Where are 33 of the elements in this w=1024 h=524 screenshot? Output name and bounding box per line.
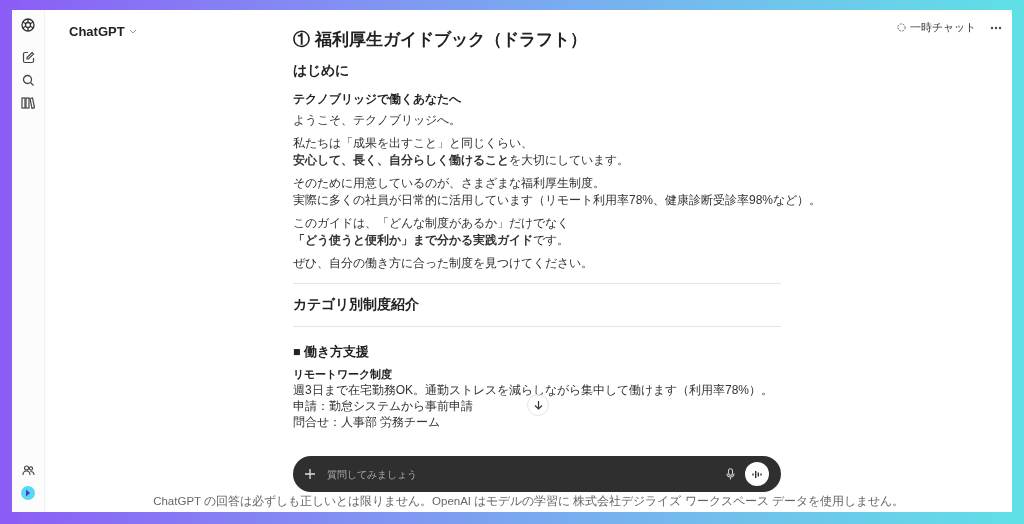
users-icon[interactable]: [21, 465, 35, 476]
category-heading: ■ 働き方支援: [293, 343, 371, 361]
arrow-down-icon: [533, 400, 543, 410]
item-title: リモートワーク制度: [293, 367, 392, 382]
paragraph: このガイドは、「どんな制度があるか」だけでなく 「どう使うと便利か」まで分かる実践ガイドです。: [293, 215, 569, 249]
message-input[interactable]: 質問してみましょう: [327, 466, 726, 482]
paragraph: ぜひ、自分の働き方に合った制度を見つけてください。: [293, 255, 593, 272]
subheading: テクノブリッジで働くあなたへ: [293, 92, 462, 108]
dashed-circle-icon: [897, 23, 906, 33]
item-text: 週3日まで在宅勤務OK。通勤ストレスを減らしながら集中して働けます（利用率78%）。: [293, 382, 774, 398]
item-text: 申請：勤怠システムから事前申請: [293, 398, 473, 414]
temporary-chat-button[interactable]: 一時チャット: [897, 20, 976, 36]
chevron-down-icon[interactable]: [128, 29, 137, 35]
waveform-icon: [752, 469, 762, 479]
message-composer[interactable]: 質問してみましょう: [293, 456, 781, 492]
paragraph: そのために用意しているのが、さまざまな福利厚生制度。 実際に多くの社員が日常的に活用しています（リモート利用率78%、健康診断受診率98%など）。: [293, 175, 822, 209]
search-icon[interactable]: [21, 74, 35, 87]
paragraph: 私たちは「成果を出すこと」と同じくらい、 安心して、長く、自分らしく働けることを大切にしています。: [293, 135, 629, 169]
item-text: 問合せ：人事部 労務チーム: [293, 414, 441, 430]
model-name[interactable]: ChatGPT: [69, 22, 125, 42]
microphone-icon[interactable]: [726, 468, 735, 480]
avatar-icon[interactable]: [21, 486, 35, 500]
logo-icon[interactable]: [20, 17, 36, 33]
new-chat-icon[interactable]: [21, 51, 35, 64]
disclaimer-text: ChatGPT の回答は必ずしも正しいとは限りません。OpenAI はモデルの学習に 株式会社デジライズ ワークスペース データを使用しません。: [152, 494, 905, 509]
paragraph: ようこそ、テクノブリッジへ。: [293, 112, 461, 129]
plus-icon[interactable]: [305, 469, 315, 479]
library-icon[interactable]: [21, 97, 35, 109]
section-heading: はじめに: [293, 62, 350, 80]
section-heading: カテゴリ別制度紹介: [293, 296, 420, 314]
more-icon[interactable]: [990, 25, 1002, 30]
document-title: ① 福利厚生ガイドブック（ドラフト）: [293, 29, 588, 51]
voice-button[interactable]: [745, 462, 769, 486]
